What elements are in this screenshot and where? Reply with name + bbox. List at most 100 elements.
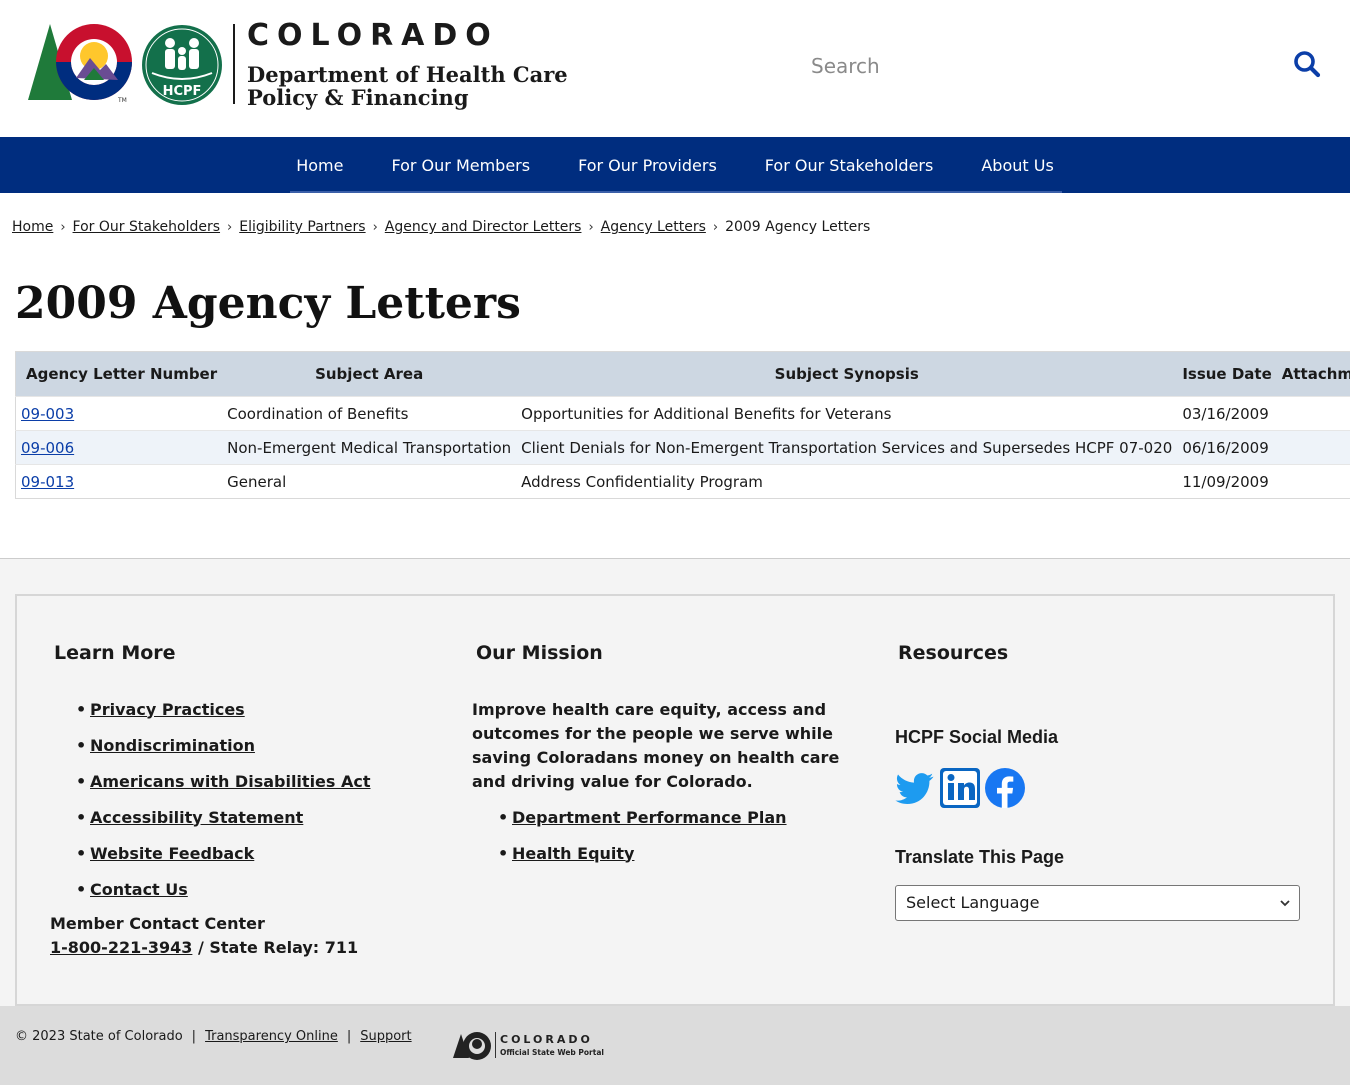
list-item: • Contact Us <box>76 871 371 907</box>
portal-logo-divider <box>495 1032 496 1058</box>
colorado-logo-icon: TM <box>28 24 132 104</box>
chevron-down-icon <box>1280 900 1290 907</box>
language-select[interactable]: Select Language <box>895 885 1300 921</box>
social-media-heading: HCPF Social Media <box>895 727 1059 747</box>
letter-number-cell: 09-003 <box>15 396 223 431</box>
state-relay-text: / State Relay: 711 <box>192 938 359 957</box>
table-row: 09-006 Non-Emergent Medical Transportati… <box>15 430 1350 465</box>
breadcrumb-link-for-our-stakeholders[interactable]: For Our Stakeholders <box>73 219 220 235</box>
hcpf-seal-icon: HCPF <box>142 25 222 105</box>
bullet: • <box>76 771 87 791</box>
issue-date-cell: 03/16/2009 <box>1177 396 1277 431</box>
ada-link[interactable]: Americans with Disabilities Act <box>90 772 371 791</box>
breadcrumb-link-home[interactable]: Home <box>12 219 53 235</box>
nondiscrimination-link[interactable]: Nondiscrimination <box>90 736 255 755</box>
learn-more-list: • Privacy Practices • Nondiscrimination • A… <box>76 691 371 907</box>
twitter-link[interactable] <box>895 769 935 811</box>
bullet: • <box>76 807 87 827</box>
breadcrumb-link-agency-and-director-letters[interactable]: Agency and Director Letters <box>385 219 582 235</box>
mission-statement: Improve health care equity, access and o… <box>472 700 840 791</box>
nav-item-home[interactable]: Home <box>272 137 367 193</box>
contact-us-link[interactable]: Contact Us <box>90 880 188 899</box>
breadcrumb-separator: › <box>227 219 233 235</box>
trademark-mark: TM <box>117 97 127 104</box>
table-row: 09-013 General Address Confidentiality P… <box>15 464 1350 499</box>
breadcrumb-link-agency-letters[interactable]: Agency Letters <box>601 219 706 235</box>
colorado-portal-logo[interactable]: COLORADO Official State Web Portal <box>453 1030 604 1062</box>
breadcrumb-link-eligibility-partners[interactable]: Eligibility Partners <box>239 219 365 235</box>
search-button[interactable] <box>1292 50 1322 80</box>
search-icon <box>1294 51 1321 78</box>
resources-heading: Resources <box>898 642 1009 664</box>
facebook-icon <box>985 768 1025 808</box>
bottom-links: © 2023 State of Colorado | Transparency … <box>15 1029 412 1044</box>
list-item: • Department Performance Plan <box>498 799 787 835</box>
mission-links-list: • Department Performance Plan • Health Equ… <box>498 799 787 871</box>
bullet: • <box>76 843 87 863</box>
breadcrumb-separator: › <box>712 219 719 235</box>
subject-area-cell: General <box>222 464 517 499</box>
twitter-icon <box>895 773 934 804</box>
attachment-cell <box>1276 396 1350 431</box>
column-header-agency-letter-number: Agency Letter Number <box>15 351 223 397</box>
site-header: TM HCPF COLORADO Department of Health Ca… <box>0 0 1350 137</box>
learn-more-heading: Learn More <box>54 642 176 664</box>
portal-logo-word: COLORADO <box>500 1033 593 1046</box>
letter-number-link[interactable]: 09-006 <box>21 439 74 457</box>
website-feedback-link[interactable]: Website Feedback <box>90 844 254 863</box>
bullet: • <box>76 735 87 755</box>
subject-area-cell: Coordination of Benefits <box>222 396 517 431</box>
member-contact-center-label: Member Contact Center <box>50 914 265 933</box>
bottom-bar <box>0 1006 1350 1085</box>
department-performance-plan-link[interactable]: Department Performance Plan <box>512 808 787 827</box>
facebook-link[interactable] <box>985 768 1025 812</box>
list-item: • Nondiscrimination <box>76 727 371 763</box>
privacy-practices-link[interactable]: Privacy Practices <box>90 700 245 719</box>
department-name-line1: Department of Health Care <box>247 62 568 87</box>
bullet: • <box>76 699 87 719</box>
copyright-text: © 2023 State of Colorado <box>15 1029 183 1044</box>
nav-item-for-our-providers[interactable]: For Our Providers <box>554 137 741 193</box>
breadcrumb: Home › For Our Stakeholders › Eligibilit… <box>12 219 870 235</box>
colorado-portal-icon <box>453 1032 491 1060</box>
column-header-subject-synopsis: Subject Synopsis <box>516 351 1178 397</box>
column-header-attachment: Attachment <box>1276 351 1350 397</box>
hcpf-home-logo[interactable]: TM HCPF COLORADO Department of Health Ca… <box>28 18 568 112</box>
linkedin-icon <box>940 768 980 808</box>
nav-item-for-our-stakeholders[interactable]: For Our Stakeholders <box>741 137 958 193</box>
breadcrumb-separator: › <box>60 219 66 235</box>
accessibility-statement-link[interactable]: Accessibility Statement <box>90 808 303 827</box>
our-mission-heading: Our Mission <box>476 642 603 664</box>
nav-list: Home For Our Members For Our Providers F… <box>0 137 1350 193</box>
breadcrumb-separator: › <box>588 219 594 235</box>
table-header-row: Agency Letter Number Subject Area Subjec… <box>15 351 1350 397</box>
linkedin-link[interactable] <box>940 768 980 812</box>
breadcrumb-current: 2009 Agency Letters <box>725 219 871 235</box>
agency-letters-table: Agency Letter Number Subject Area Subjec… <box>15 351 1350 499</box>
department-name-line2: Policy & Financing <box>247 85 469 110</box>
list-item: • Health Equity <box>498 835 787 871</box>
letter-number-cell: 09-013 <box>15 464 223 499</box>
health-equity-link[interactable]: Health Equity <box>512 844 634 863</box>
portal-logo-subtitle: Official State Web Portal <box>500 1048 604 1057</box>
hcpf-seal-text: HCPF <box>163 84 202 99</box>
nav-item-about-us[interactable]: About Us <box>957 137 1077 193</box>
page-title: 2009 Agency Letters <box>15 278 521 329</box>
subject-synopsis-cell: Client Denials for Non-Emergent Transpor… <box>516 430 1178 465</box>
list-item: • Americans with Disabilities Act <box>76 763 371 799</box>
transparency-online-link[interactable]: Transparency Online <box>205 1029 338 1044</box>
letter-number-link[interactable]: 09-013 <box>21 473 74 491</box>
search-input[interactable] <box>800 44 1270 88</box>
subject-area-cell: Non-Emergent Medical Transportation <box>222 430 517 465</box>
attachment-cell <box>1276 430 1350 465</box>
list-item: • Website Feedback <box>76 835 371 871</box>
support-link[interactable]: Support <box>360 1029 411 1044</box>
phone-link[interactable]: 1-800-221-3943 <box>50 938 192 957</box>
letter-number-link[interactable]: 09-003 <box>21 405 74 423</box>
link-separator: | <box>191 1029 197 1044</box>
issue-date-cell: 06/16/2009 <box>1177 430 1277 465</box>
attachment-cell <box>1276 464 1350 499</box>
column-header-subject-area: Subject Area <box>222 351 517 397</box>
table-row: 09-003 Coordination of Benefits Opportun… <box>15 396 1350 431</box>
nav-item-for-our-members[interactable]: For Our Members <box>367 137 554 193</box>
